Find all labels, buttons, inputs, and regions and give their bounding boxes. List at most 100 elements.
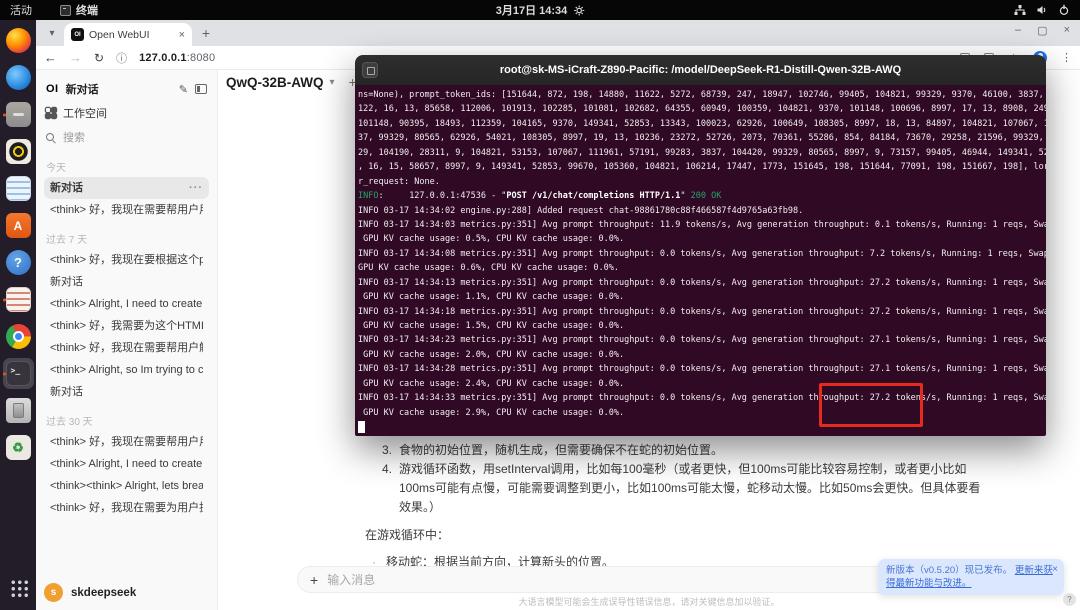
sidebar-toggle-icon[interactable] (195, 84, 207, 94)
browser-tab-open-webui[interactable]: OI Open WebUI × (64, 23, 192, 46)
section-label: 今天 (46, 159, 207, 174)
message-paragraph: 在游戏循环中： (365, 526, 985, 545)
dock-item-speaker[interactable] (3, 136, 34, 167)
terminal-cursor (358, 421, 365, 433)
new-tab-button[interactable]: + (196, 23, 216, 43)
numbered-item: 3.食物的初始位置，随机生成，但需要确保不在蛇的初始位置。 (382, 441, 985, 460)
chat-list-item[interactable]: <think> 好，我需要为这个HTML贪 (44, 315, 209, 337)
dock-item-chrome[interactable] (3, 321, 34, 352)
chat-title: 新对话 (50, 177, 185, 199)
system-tray[interactable] (1014, 4, 1080, 16)
trash-icon: ♻ (6, 435, 31, 460)
chat-title: <think> 好，我现在需要帮用户用H (50, 199, 203, 221)
chat-title: <think> 好，我现在需要帮用户解决 (50, 337, 203, 359)
forward-button[interactable]: → (69, 50, 82, 65)
chat-list-item[interactable]: <think> Alright, I need to create a (44, 453, 209, 475)
dock-item-terminal-app[interactable]: >_ (3, 358, 34, 389)
back-button[interactable]: ← (44, 50, 57, 65)
tab-strip: ▾ OI Open WebUI × + – ▢ × (36, 20, 1080, 46)
maximize-button[interactable]: ▢ (1037, 24, 1047, 37)
item-menu-dots-icon[interactable]: ··· (189, 177, 203, 199)
chat-title: <think> Alright, I need to create a (50, 293, 203, 315)
chat-title: <think> 好，我需要为这个HTML贪 (50, 315, 203, 337)
menu-kebab-icon[interactable]: ⋮ (1061, 51, 1072, 64)
files-icon (6, 102, 31, 127)
chat-list-item[interactable]: <think> 好，我现在要根据这个pro (44, 249, 209, 271)
new-chat-label: 新对话 (66, 81, 172, 97)
toast-close-icon[interactable]: × (1052, 563, 1058, 576)
highlight-annotation-box (819, 383, 923, 427)
dock-item-docviewer[interactable] (3, 284, 34, 315)
focused-app-indicator[interactable]: 终端 (60, 2, 98, 18)
dock-item-help[interactable]: ? (3, 247, 34, 278)
chat-title: 新对话 (50, 381, 203, 403)
dock-item-writer[interactable] (3, 173, 34, 204)
address-bar[interactable]: 127.0.0.1:8080 (139, 52, 215, 64)
chat-list-item[interactable]: <think> 好，我现在需要帮用户用H (44, 431, 209, 453)
terminal-new-tab-icon[interactable] (362, 62, 378, 78)
chat-title: <think><think> Alright, lets break (50, 475, 203, 497)
show-apps-button[interactable] (6, 575, 31, 600)
attach-plus-icon[interactable]: + (310, 572, 318, 588)
sidebar-sections: 今天新对话···<think> 好，我现在需要帮用户用H过去 7 天<think… (44, 159, 209, 519)
chrome-icon (6, 324, 31, 349)
chat-list-item[interactable]: <think> Alright, I need to create a (44, 293, 209, 315)
tab-close-icon[interactable]: × (179, 29, 185, 41)
sidebar: OI 新对话 ✎ 工作空间 搜索 今天新对话···<think> 好，我现在需要… (36, 70, 218, 610)
docviewer-icon (6, 287, 31, 312)
writer-icon (6, 176, 31, 201)
url-host: 127.0.0.1 (139, 52, 187, 64)
section-label: 过去 30 天 (46, 413, 207, 428)
network-icon (1014, 4, 1026, 16)
chat-list-item[interactable]: <think> 好，我现在需要帮用户解决 (44, 337, 209, 359)
disclaimer-text: 大语言模型可能会生成误导性错误信息，请对关键信息加以验证。 (218, 595, 1080, 608)
dock-item-usb[interactable] (3, 395, 34, 426)
software-icon: A (6, 213, 31, 238)
terminal-app-icon: >_ (6, 361, 31, 386)
updates-gear-icon (573, 5, 584, 16)
terminal-title: root@sk-MS-iCraft-Z890-Pacific: /model/D… (500, 64, 901, 76)
chat-list-item[interactable]: <think> Alright, so Im trying to co (44, 359, 209, 381)
chat-list-item[interactable]: <think> 好，我现在需要帮用户用H (44, 199, 209, 221)
activities-button[interactable]: 活动 (0, 2, 42, 18)
site-info-icon[interactable]: ⓘ (116, 50, 127, 66)
terminal-output[interactable]: ns=None), prompt_token_ids: [151644, 872… (355, 85, 1046, 436)
chat-list-item[interactable]: 新对话 (44, 381, 209, 403)
focused-app-name: 终端 (76, 2, 98, 18)
user-menu[interactable]: s skdeepseek (44, 583, 136, 602)
chat-list-item[interactable]: 新对话 (44, 271, 209, 293)
dock-item-files[interactable] (3, 99, 34, 130)
chat-list-item[interactable]: 新对话 ··· (44, 177, 209, 199)
dock-item-thunderbird[interactable] (3, 62, 34, 93)
chat-list-item[interactable]: <think><think> Alright, lets break (44, 475, 209, 497)
terminal-window[interactable]: root@sk-MS-iCraft-Z890-Pacific: /model/D… (355, 55, 1046, 436)
chat-list-item[interactable]: <think> 好，我现在需要为用户提供 (44, 497, 209, 519)
chat-title: <think> 好，我现在需要帮用户用H (50, 431, 203, 453)
search-label: 搜索 (63, 129, 85, 145)
sidebar-search[interactable]: 搜索 (44, 125, 209, 149)
update-toast: 新版本（v0.5.20）现已发布。 更新来获得最新功能与改进。 × (878, 559, 1064, 595)
sidebar-header[interactable]: OI 新对话 ✎ (44, 77, 209, 101)
close-button[interactable]: × (1064, 24, 1070, 37)
chat-title: <think> 好，我现在要根据这个pro (50, 249, 203, 271)
dock-item-firefox[interactable] (3, 25, 34, 56)
sidebar-item-workspace[interactable]: 工作空间 (44, 101, 209, 125)
model-name: QwQ-32B-AWQ (226, 75, 324, 90)
numbered-item: 4.游戏循环函数，用setInterval调用，比如每100毫秒（或者更快，但1… (382, 460, 985, 517)
user-avatar: s (44, 583, 63, 602)
model-selector[interactable]: QwQ-32B-AWQ ▾ + (226, 74, 357, 90)
help-button[interactable]: ? (1063, 593, 1076, 606)
tab-search-chevron-icon[interactable]: ▾ (42, 23, 62, 43)
new-chat-pencil-icon[interactable]: ✎ (179, 83, 188, 96)
thunderbird-icon (6, 65, 31, 90)
numbered-list: 3.食物的初始位置，随机生成，但需要确保不在蛇的初始位置。4.游戏循环函数，用s… (365, 441, 985, 517)
search-icon (46, 133, 54, 141)
reload-button[interactable]: ↻ (94, 51, 104, 65)
section-label: 过去 7 天 (46, 231, 207, 246)
minimize-button[interactable]: – (1015, 24, 1021, 37)
usb-icon (6, 398, 31, 423)
clock[interactable]: 3月17日 14:34 (496, 2, 585, 18)
terminal-titlebar[interactable]: root@sk-MS-iCraft-Z890-Pacific: /model/D… (355, 55, 1046, 85)
dock-item-software[interactable]: A (3, 210, 34, 241)
dock-item-trash[interactable]: ♻ (3, 432, 34, 463)
